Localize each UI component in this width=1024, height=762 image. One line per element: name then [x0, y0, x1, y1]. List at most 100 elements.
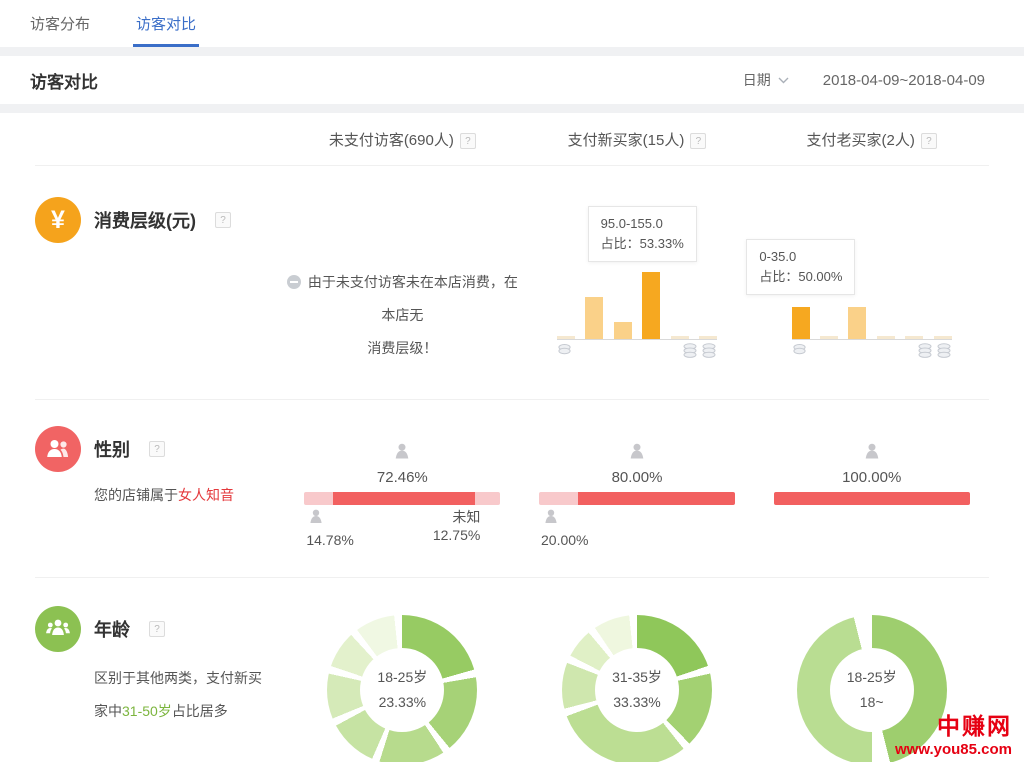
help-icon[interactable]: [921, 133, 937, 149]
bar-segment[interactable]: [585, 297, 603, 339]
male-percent: 14.78%: [306, 531, 353, 549]
female-percent: 80.00%: [539, 469, 735, 486]
gender-title: 性别: [94, 436, 130, 462]
gender-chart-new-buyers[interactable]: 80.00% 20.00%: [539, 442, 735, 549]
bar-segment[interactable]: [671, 336, 689, 339]
help-icon[interactable]: [149, 441, 165, 457]
donut-center-label: 18-25岁: [847, 665, 897, 690]
female-icon-wrap: [539, 442, 735, 468]
gender-bottom-labels: 20.00%: [539, 508, 735, 549]
watermark-name: 中赚网: [895, 707, 1012, 741]
age-title: 年龄: [94, 616, 130, 642]
bar-segment[interactable]: [820, 336, 838, 339]
coin-stack-icon-high: [701, 343, 717, 359]
tab-label: 访客分布: [30, 13, 90, 34]
bar-segment[interactable]: [642, 272, 660, 339]
bar-segment[interactable]: [699, 336, 717, 339]
male-label-block: 20.00%: [541, 508, 588, 549]
bar-segment[interactable]: [557, 336, 575, 339]
coin-stacks-high: [917, 343, 952, 359]
unknown-label-block: [715, 508, 733, 549]
note-text-line2: 消费层级！: [285, 332, 520, 365]
gender-bar-segment-female: [333, 492, 475, 505]
coin-stack-icon-high: [936, 343, 952, 359]
gender-bar-segment-male: [539, 492, 578, 505]
bar-segment[interactable]: [934, 336, 952, 339]
gender-subtitle-text: 您的店铺属于: [94, 487, 178, 503]
donut-center-value: 33.33%: [613, 690, 660, 715]
gender-subtitle-highlight: 女人知音: [178, 487, 234, 503]
coin-stacks-high: [682, 343, 717, 359]
divider-strip: [0, 104, 1024, 113]
gender-bar-segment-male: [304, 492, 333, 505]
age-col-new-buyers: 31-35岁33.33%: [520, 578, 755, 762]
no-consumption-note: 由于未支付访客未在本店消费，在本店无 消费层级！: [285, 166, 520, 365]
date-type-dropdown[interactable]: 日期: [743, 70, 789, 90]
consumption-title: 消费层级(元): [94, 207, 196, 233]
consumption-level-axis: [557, 343, 717, 359]
bar-segment[interactable]: [792, 307, 810, 339]
age-desc-line1: 区别于其他两类，支付新买: [94, 662, 285, 695]
donut-center-label: 31-35岁: [612, 665, 662, 690]
coin-stack-icon-high: [917, 343, 933, 359]
female-icon: [626, 442, 648, 463]
yuan-coin-icon: ¥: [35, 197, 81, 243]
unknown-percent: 12.75%: [433, 526, 480, 544]
age-donut-new-buyers[interactable]: 31-35岁33.33%: [562, 615, 712, 762]
donut-center-value: 23.33%: [379, 690, 426, 715]
column-title: 未支付访客(690人): [329, 132, 454, 149]
gender-bar-segment-female: [774, 492, 970, 505]
bar-segment[interactable]: [848, 307, 866, 339]
column-header-new-buyers: 支付新买家(15人): [520, 129, 755, 150]
female-percent: 72.46%: [304, 469, 500, 486]
help-icon[interactable]: [215, 212, 231, 228]
tooltip-range: 95.0-155.0: [601, 214, 684, 234]
gender-section: 性别 您的店铺属于女人知音 72.46% 14.78% 未知12.75% 80.00…: [35, 400, 989, 578]
male-icon: [541, 508, 561, 527]
gender-ratio-bar[interactable]: [304, 492, 500, 505]
consumption-level-axis: [792, 343, 952, 359]
bar-segment[interactable]: [877, 336, 895, 339]
age-label: 年龄 区别于其他两类，支付新买 家中31-50岁占比居多: [35, 578, 285, 762]
page-title: 访客对比: [30, 68, 98, 93]
male-percent: 20.00%: [541, 531, 588, 549]
column-title: 支付老买家(2人): [807, 132, 915, 149]
coin-stack-icon-high: [682, 343, 698, 359]
help-icon[interactable]: [690, 133, 706, 149]
tab-label: 访客对比: [136, 13, 196, 34]
gender-chart-old-buyers[interactable]: 100.00%: [774, 442, 970, 505]
visitor-compare-page: 访客分布 访客对比 访客对比 日期 2018-04-09~2018-04-09 …: [0, 0, 1024, 762]
section-header: 访客对比 日期 2018-04-09~2018-04-09: [0, 56, 1024, 104]
coin-icon-low: [557, 343, 572, 356]
watermark: 中赚网 www.you85.com: [895, 707, 1012, 758]
bar-segment[interactable]: [614, 322, 632, 339]
unknown-label: 未知: [433, 508, 480, 526]
column-header-unpaid-visitors: 未支付访客(690人): [285, 129, 520, 150]
help-icon[interactable]: [460, 133, 476, 149]
tooltip-share: 占比：53.33%: [601, 234, 684, 254]
coin-icon-low: [792, 343, 807, 356]
age-section: 年龄 区别于其他两类，支付新买 家中31-50岁占比居多 18-25岁23.33…: [35, 578, 989, 762]
unknown-label-block: 未知12.75%: [433, 508, 498, 549]
female-icon-wrap: [774, 442, 970, 468]
age-donut-unpaid[interactable]: 18-25岁23.33%: [327, 615, 477, 762]
gender-chart-unpaid[interactable]: 72.46% 14.78% 未知12.75%: [304, 442, 500, 549]
bar-segment[interactable]: [905, 336, 923, 339]
consumption-level-section: ¥ 消费层级(元) 由于未支付访客未在本店消费，在本店无 消费层级！ 95.0-…: [35, 166, 989, 400]
column-header-old-buyers: 支付老买家(2人): [754, 129, 989, 150]
date-range-value[interactable]: 2018-04-09~2018-04-09: [823, 72, 985, 89]
consumption-label: ¥ 消费层级(元): [35, 166, 285, 399]
donut-center-label: 18-25岁: [377, 665, 427, 690]
consumption-bar-chart-new-buyers[interactable]: [557, 166, 717, 359]
note-text-line1: 由于未支付访客未在本店消费，在本店无: [308, 274, 518, 323]
female-percent: 100.00%: [774, 469, 970, 486]
tooltip-range: 0-35.0: [759, 247, 842, 267]
female-icon: [391, 442, 413, 463]
tab-visitor-compare[interactable]: 访客对比: [136, 0, 196, 47]
age-description: 区别于其他两类，支付新买 家中31-50岁占比居多: [94, 662, 285, 728]
gender-ratio-bar[interactable]: [774, 492, 970, 505]
tab-visitor-distribution[interactable]: 访客分布: [30, 0, 90, 47]
column-header-row: 未支付访客(690人) 支付新买家(15人) 支付老买家(2人): [35, 113, 989, 166]
help-icon[interactable]: [149, 621, 165, 637]
gender-ratio-bar[interactable]: [539, 492, 735, 505]
